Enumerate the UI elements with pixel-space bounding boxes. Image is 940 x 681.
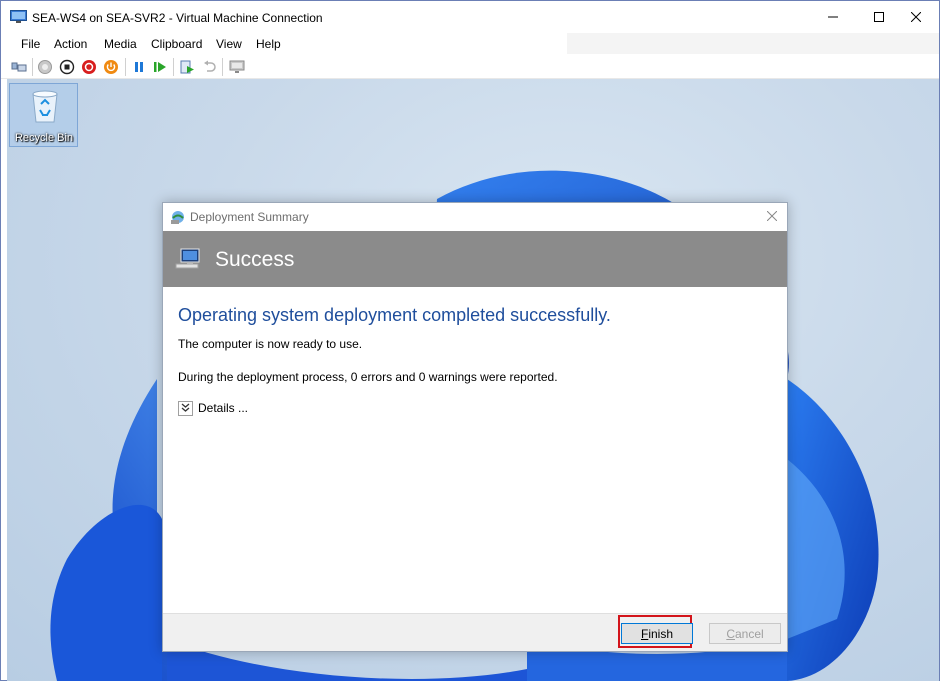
success-headline: Operating system deployment completed su… (178, 305, 611, 325)
details-label: Details ... (198, 401, 249, 415)
finish-accelerator: F (640, 626, 649, 641)
banner-title: Success (215, 248, 295, 271)
menu-action[interactable]: Action (54, 37, 87, 51)
recycle-bin-label: Recycle Bin (14, 132, 74, 144)
deployment-icon (171, 211, 184, 224)
ctrl-alt-del-icon[interactable] (11, 59, 27, 75)
menu-help[interactable]: Help (256, 37, 281, 51)
title-bar: SEA-WS4 on SEA-SVR2 - Virtual Machine Co… (1, 1, 939, 33)
vm-connection-window: SEA-WS4 on SEA-SVR2 - Virtual Machine Co… (0, 0, 940, 681)
recycle-bin-shortcut[interactable]: Recycle Bin (9, 83, 78, 147)
toolbar-separator (173, 58, 174, 76)
menu-file[interactable]: File (21, 37, 40, 51)
cancel-button[interactable]: Cancel (709, 623, 781, 644)
checkpoint-icon[interactable] (179, 59, 195, 75)
recycle-bin-icon (32, 90, 58, 123)
toolbar (1, 54, 939, 79)
menu-bar: File Action Media Clipboard View Help (1, 33, 567, 54)
pause-icon[interactable] (131, 59, 147, 75)
computer-icon (175, 248, 200, 269)
ready-message: The computer is now ready to use. (178, 337, 363, 351)
dialog-title-bar: Deployment Summary (163, 203, 787, 231)
menu-media[interactable]: Media (104, 37, 137, 51)
dialog-footer: Finish Cancel (163, 613, 787, 651)
dialog-title: Deployment Summary (190, 210, 309, 224)
resume-icon[interactable] (152, 59, 168, 75)
close-button[interactable] (893, 1, 939, 33)
shut-down-icon[interactable] (81, 59, 97, 75)
cancel-accelerator: C (726, 626, 735, 641)
expand-icon[interactable] (178, 400, 193, 416)
report-message: During the deployment process, 0 errors … (178, 370, 558, 384)
finish-button[interactable]: Finish (621, 623, 693, 644)
close-icon (767, 211, 777, 221)
start-icon[interactable] (37, 59, 53, 75)
minimize-button[interactable] (810, 1, 856, 33)
menu-view[interactable]: View (216, 37, 242, 51)
window-title: SEA-WS4 on SEA-SVR2 - Virtual Machine Co… (32, 11, 323, 25)
dialog-body: Operating system deployment completed su… (163, 287, 787, 613)
maximize-icon (874, 12, 884, 22)
deployment-summary-dialog: Deployment Summary Success Operating sys… (162, 202, 788, 652)
minimize-icon (828, 16, 838, 18)
cancel-label: ancel (734, 626, 764, 641)
turn-off-icon[interactable] (59, 59, 75, 75)
toolbar-separator (222, 58, 223, 76)
details-expander[interactable]: Details ... (178, 400, 248, 416)
menu-bar-filler (567, 33, 939, 54)
toolbar-separator (125, 58, 126, 76)
close-icon (911, 12, 921, 22)
finish-label: inish (648, 626, 674, 641)
success-banner: Success (163, 231, 787, 287)
revert-icon[interactable] (201, 59, 217, 75)
toolbar-separator (32, 58, 33, 76)
vm-connection-icon (10, 10, 27, 23)
menu-clipboard[interactable]: Clipboard (151, 37, 202, 51)
dialog-close-button[interactable] (763, 207, 781, 225)
enhanced-session-icon[interactable] (229, 59, 245, 75)
power-icon[interactable] (103, 59, 119, 75)
